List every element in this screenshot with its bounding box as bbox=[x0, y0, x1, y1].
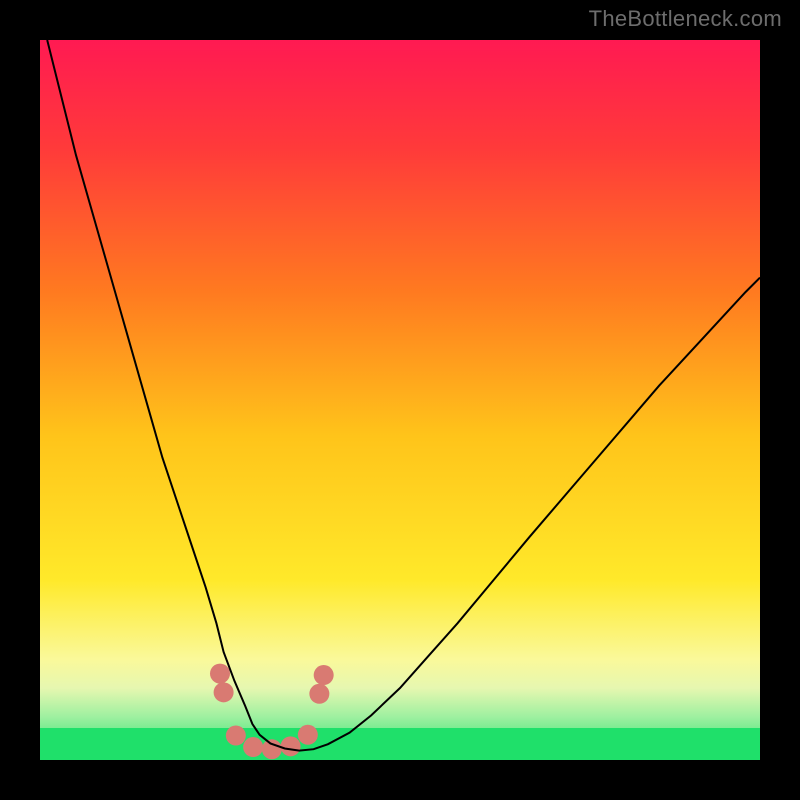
plot-area bbox=[40, 40, 760, 760]
curve-layer bbox=[40, 40, 760, 760]
chart-frame: TheBottleneck.com bbox=[0, 0, 800, 800]
bottleneck-curve bbox=[47, 40, 760, 751]
watermark-text: TheBottleneck.com bbox=[589, 6, 782, 32]
